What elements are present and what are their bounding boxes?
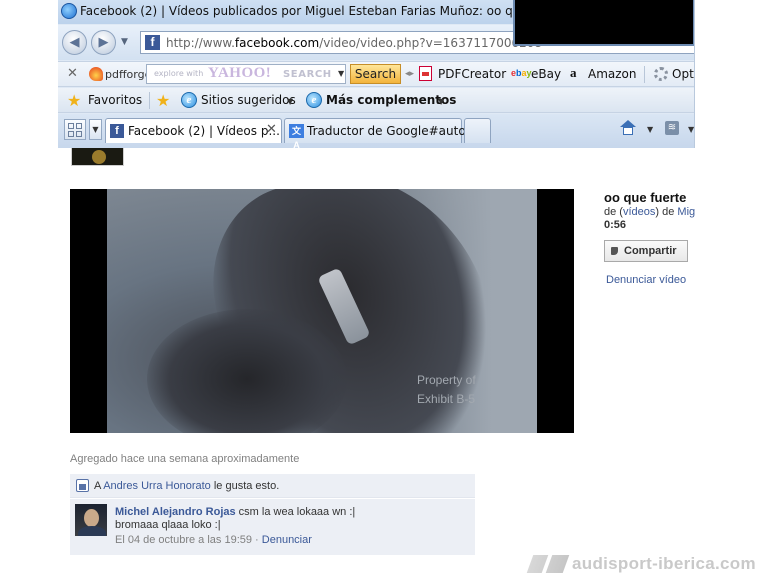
favorites-bar: ★ Favoritos ★ e Sitios sugeridos ▼ e Más… <box>58 88 694 113</box>
site-watermark-logo <box>526 555 570 573</box>
search-placeholder-brand: YAHOO! <box>208 65 272 81</box>
suggested-dropdown-icon[interactable]: ▼ <box>287 97 293 106</box>
videos-link[interactable]: vídeos <box>623 206 655 218</box>
author-link[interactable]: Miguel Esteban Farias Muñoz <box>677 206 695 218</box>
video-byline: de (vídeos) de Miguel Esteban Farias Muñ… <box>604 206 695 218</box>
pdfcreator-icon <box>419 66 432 81</box>
tab-list-dropdown-icon[interactable]: ▼ <box>89 119 102 140</box>
favorites-divider <box>149 92 150 109</box>
share-button[interactable]: Compartir <box>604 240 688 262</box>
favorites-star-icon: ★ <box>67 91 82 110</box>
report-video-link[interactable]: Denunciar vídeo <box>606 274 686 286</box>
search-toolbar: ✕ pdfforge explore with YAHOO! SEARCH ▼ … <box>58 61 694 87</box>
report-comment-link[interactable]: Denunciar <box>262 534 312 546</box>
added-timestamp: Agregado hace una semana aproximadamente <box>70 453 300 465</box>
tab-label: Facebook (2) | Vídeos p... <box>128 124 280 138</box>
translate-favicon-icon: 文A <box>289 124 304 148</box>
home-icon[interactable] <box>620 120 636 136</box>
ie-sites-icon: e <box>181 92 197 108</box>
share-icon <box>611 247 618 255</box>
video-frame: Property of Exhibit B-5 <box>107 189 537 433</box>
facebook-favicon-icon: f <box>110 124 124 138</box>
options-button[interactable]: Opti <box>672 67 694 81</box>
pdfforge-icon <box>89 67 103 81</box>
video-title: oo que fuerte <box>604 190 687 205</box>
video-duration: 0:56 <box>604 219 627 231</box>
video-watermark: Property of Exhibit B-5 <box>417 373 476 406</box>
site-watermark-text: audisport-iberica.com <box>572 554 756 573</box>
search-button[interactable]: Search <box>350 64 401 84</box>
search-placeholder-word: SEARCH <box>283 69 332 80</box>
like-person-link[interactable]: Andres Urra Honorato <box>103 480 211 492</box>
forward-arrow-icon[interactable]: ▶ <box>91 30 116 55</box>
search-input[interactable]: explore with YAHOO! SEARCH ▼ <box>146 64 346 84</box>
suggested-sites-button[interactable]: Sitios sugeridos <box>201 93 296 107</box>
gear-icon <box>654 67 668 81</box>
feeds-dropdown-icon[interactable]: ▼ <box>688 125 694 134</box>
comment-text: Michel Alejandro Rojas csm la wea lokaaa… <box>115 506 356 518</box>
video-player[interactable]: Property of Exhibit B-5 <box>70 189 574 433</box>
overlay-window <box>513 0 694 46</box>
window-title: Facebook (2) | Vídeos publicados por Mig… <box>80 4 568 18</box>
comment-meta: El 04 de octubre a las 19:59 · Denunciar <box>115 534 312 546</box>
tab-bar: ▼ f Facebook (2) | Vídeos p... ✕ 文A Trad… <box>58 114 694 148</box>
home-dropdown-icon[interactable]: ▼ <box>647 125 653 134</box>
amazon-icon: a <box>570 65 577 80</box>
video-sidebar: oo que fuerte de (vídeos) de Miguel Este… <box>600 185 695 295</box>
new-tab-button[interactable] <box>464 118 491 143</box>
pdfcreator-button[interactable]: PDFCreator <box>438 67 506 81</box>
addons-dropdown-icon[interactable]: ▼ <box>438 97 444 106</box>
comment: Michel Alejandro Rojas csm la wea lokaaa… <box>70 499 475 555</box>
address-url[interactable]: http://www.facebook.com/video/video.php?… <box>166 36 542 50</box>
toolbar-grip-icon[interactable]: ◂▸ <box>405 69 414 79</box>
browser-chrome: Facebook (2) | Vídeos publicados por Mig… <box>58 0 695 148</box>
ie-browser-icon <box>61 3 77 19</box>
more-addons-button[interactable]: Más complementos <box>326 93 456 107</box>
quick-tabs-icon[interactable] <box>64 119 86 140</box>
close-tab-icon[interactable]: ✕ <box>266 122 277 137</box>
tab-google-translate[interactable]: 文A Traductor de Google#auto... <box>284 118 477 148</box>
site-watermark: audisport-iberica.com <box>526 554 775 576</box>
ebay-icon: ebay <box>511 68 532 78</box>
search-dropdown-icon[interactable]: ▼ <box>338 69 344 78</box>
profile-thumbnail[interactable] <box>71 148 124 166</box>
pdfforge-label[interactable]: pdfforge <box>105 68 151 81</box>
amazon-button[interactable]: Amazon <box>588 67 637 81</box>
toolbar-divider <box>644 66 645 83</box>
history-dropdown-icon[interactable]: ▼ <box>121 37 128 47</box>
comment-text-line2: bromaaa qlaaa loko :| <box>115 519 221 531</box>
back-arrow-icon[interactable]: ◀ <box>62 30 87 55</box>
likes-box: A Andres Urra Honorato le gusta esto. <box>70 474 475 498</box>
avatar[interactable] <box>75 504 107 536</box>
likes-text: A Andres Urra Honorato le gusta esto. <box>94 480 280 492</box>
thumbs-up-icon <box>76 479 89 492</box>
tab-label: Traductor de Google#auto... <box>307 124 477 138</box>
tab-facebook[interactable]: f Facebook (2) | Vídeos p... ✕ <box>105 118 282 143</box>
close-toolbar-icon[interactable]: ✕ <box>67 66 78 81</box>
ebay-button[interactable]: eBay <box>531 67 561 81</box>
rss-feed-icon[interactable]: ≋ <box>665 121 679 135</box>
favorites-button[interactable]: Favoritos <box>88 93 142 107</box>
facebook-favicon-icon: f <box>145 35 160 50</box>
search-placeholder-prefix: explore with <box>154 69 204 78</box>
comment-author-link[interactable]: Michel Alejandro Rojas <box>115 506 236 518</box>
add-favorite-star-icon[interactable]: ★ <box>156 91 170 110</box>
ie-addons-icon: e <box>306 92 322 108</box>
